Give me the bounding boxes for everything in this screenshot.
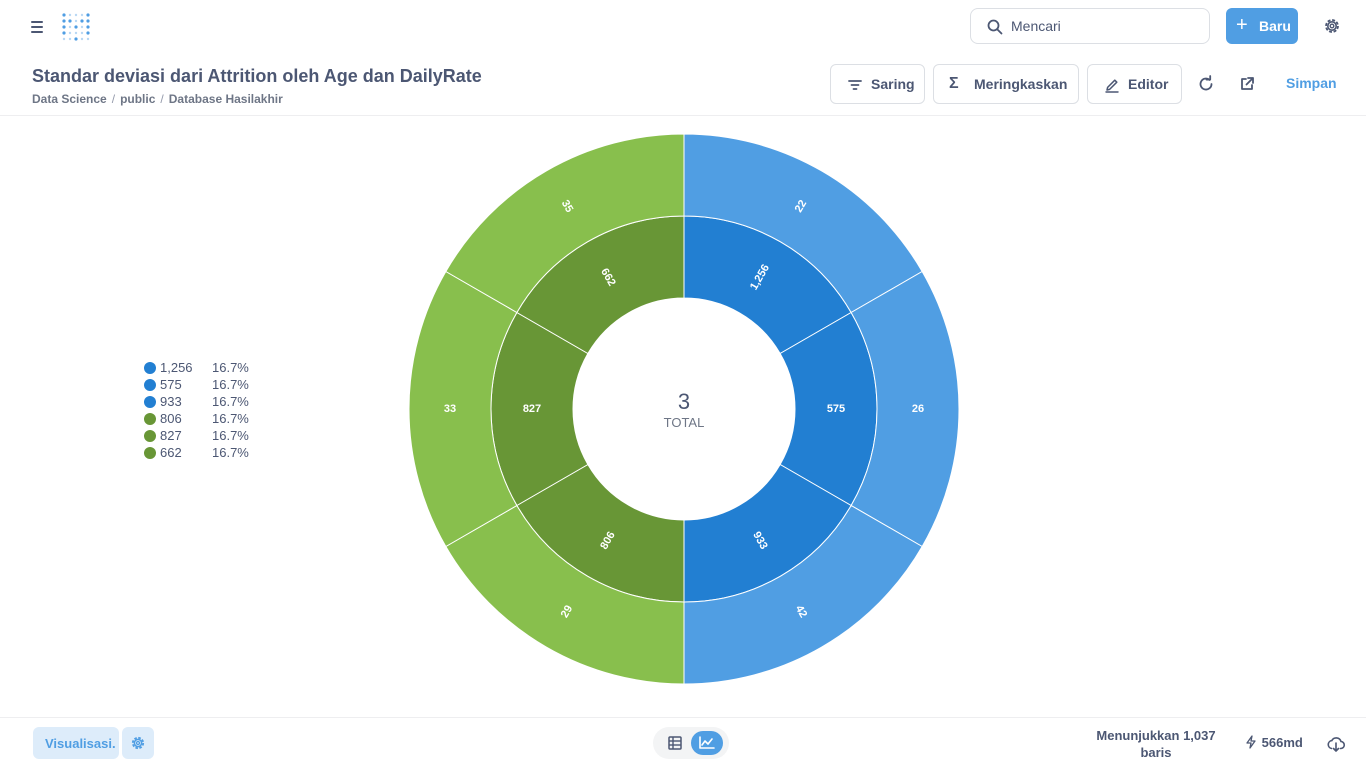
donut-chart: 1,256575933806827662 222642293335 3 TOTA… [408,133,960,685]
chart-view-button[interactable] [691,731,723,755]
visualization-settings-button[interactable] [122,727,154,759]
new-button-label: Baru [1259,18,1291,34]
pencil-icon [1105,79,1119,93]
breadcrumb-item-table[interactable]: Database Hasilakhir [169,92,283,106]
breadcrumb: Data Science / public / Database Hasilakhir [32,92,283,106]
editor-button-label: Editor [1128,76,1169,92]
page-title: Standar deviasi dari Attrition oleh Age … [32,66,482,86]
external-link-icon[interactable] [1237,74,1257,94]
breadcrumb-item-collection[interactable]: Data Science [32,92,107,106]
summarize-button[interactable]: Σ Meringkaskan [933,64,1079,104]
query-timing-value: 566md [1261,735,1303,750]
filter-button-label: Saring [871,76,915,92]
breadcrumb-item-schema[interactable]: public [120,92,155,106]
outer-slice-label: 26 [912,403,924,415]
row-count-line2: baris [1140,745,1172,760]
visualization-button-label: Visualisasi. [45,736,116,751]
top-nav: Mencari + Baru [0,0,1366,52]
table-icon [668,736,682,750]
plus-icon: + [1236,14,1248,36]
visualization-button[interactable]: Visualisasi. [33,727,119,759]
row-count-line1: Menunjukkan 1,037 [1096,728,1216,743]
logo[interactable] [60,11,90,41]
new-button[interactable]: + Baru [1226,8,1298,44]
gear-icon [131,736,145,750]
total-value: 3 [678,389,690,414]
view-toggle [653,727,729,759]
lightning-icon [1246,735,1256,749]
sigma-icon: Σ [949,75,959,92]
line-chart-icon [699,736,715,749]
refresh-icon[interactable] [1196,74,1216,94]
query-timing: 566md [1244,735,1303,750]
download-icon[interactable] [1326,734,1346,754]
settings-gear-icon[interactable] [1322,16,1342,36]
summarize-button-label: Meringkaskan [974,76,1068,92]
outer-slice-label: 33 [444,403,456,415]
total-label: TOTAL [664,415,705,430]
editor-button[interactable]: Editor [1087,64,1182,104]
filter-button[interactable]: Saring [830,64,925,104]
save-button[interactable]: Simpan [1286,75,1337,91]
search-icon [987,19,1003,35]
footer-divider [0,717,1366,718]
inner-slice-label: 575 [827,403,845,415]
inner-slice-label: 827 [523,403,541,415]
search-input[interactable]: Mencari [970,8,1210,44]
menu-icon[interactable] [30,18,48,34]
table-view-button[interactable] [661,731,689,755]
filter-icon [848,80,862,90]
search-placeholder: Mencari [1011,18,1061,34]
row-count: Menunjukkan 1,037 baris [1086,727,1226,761]
